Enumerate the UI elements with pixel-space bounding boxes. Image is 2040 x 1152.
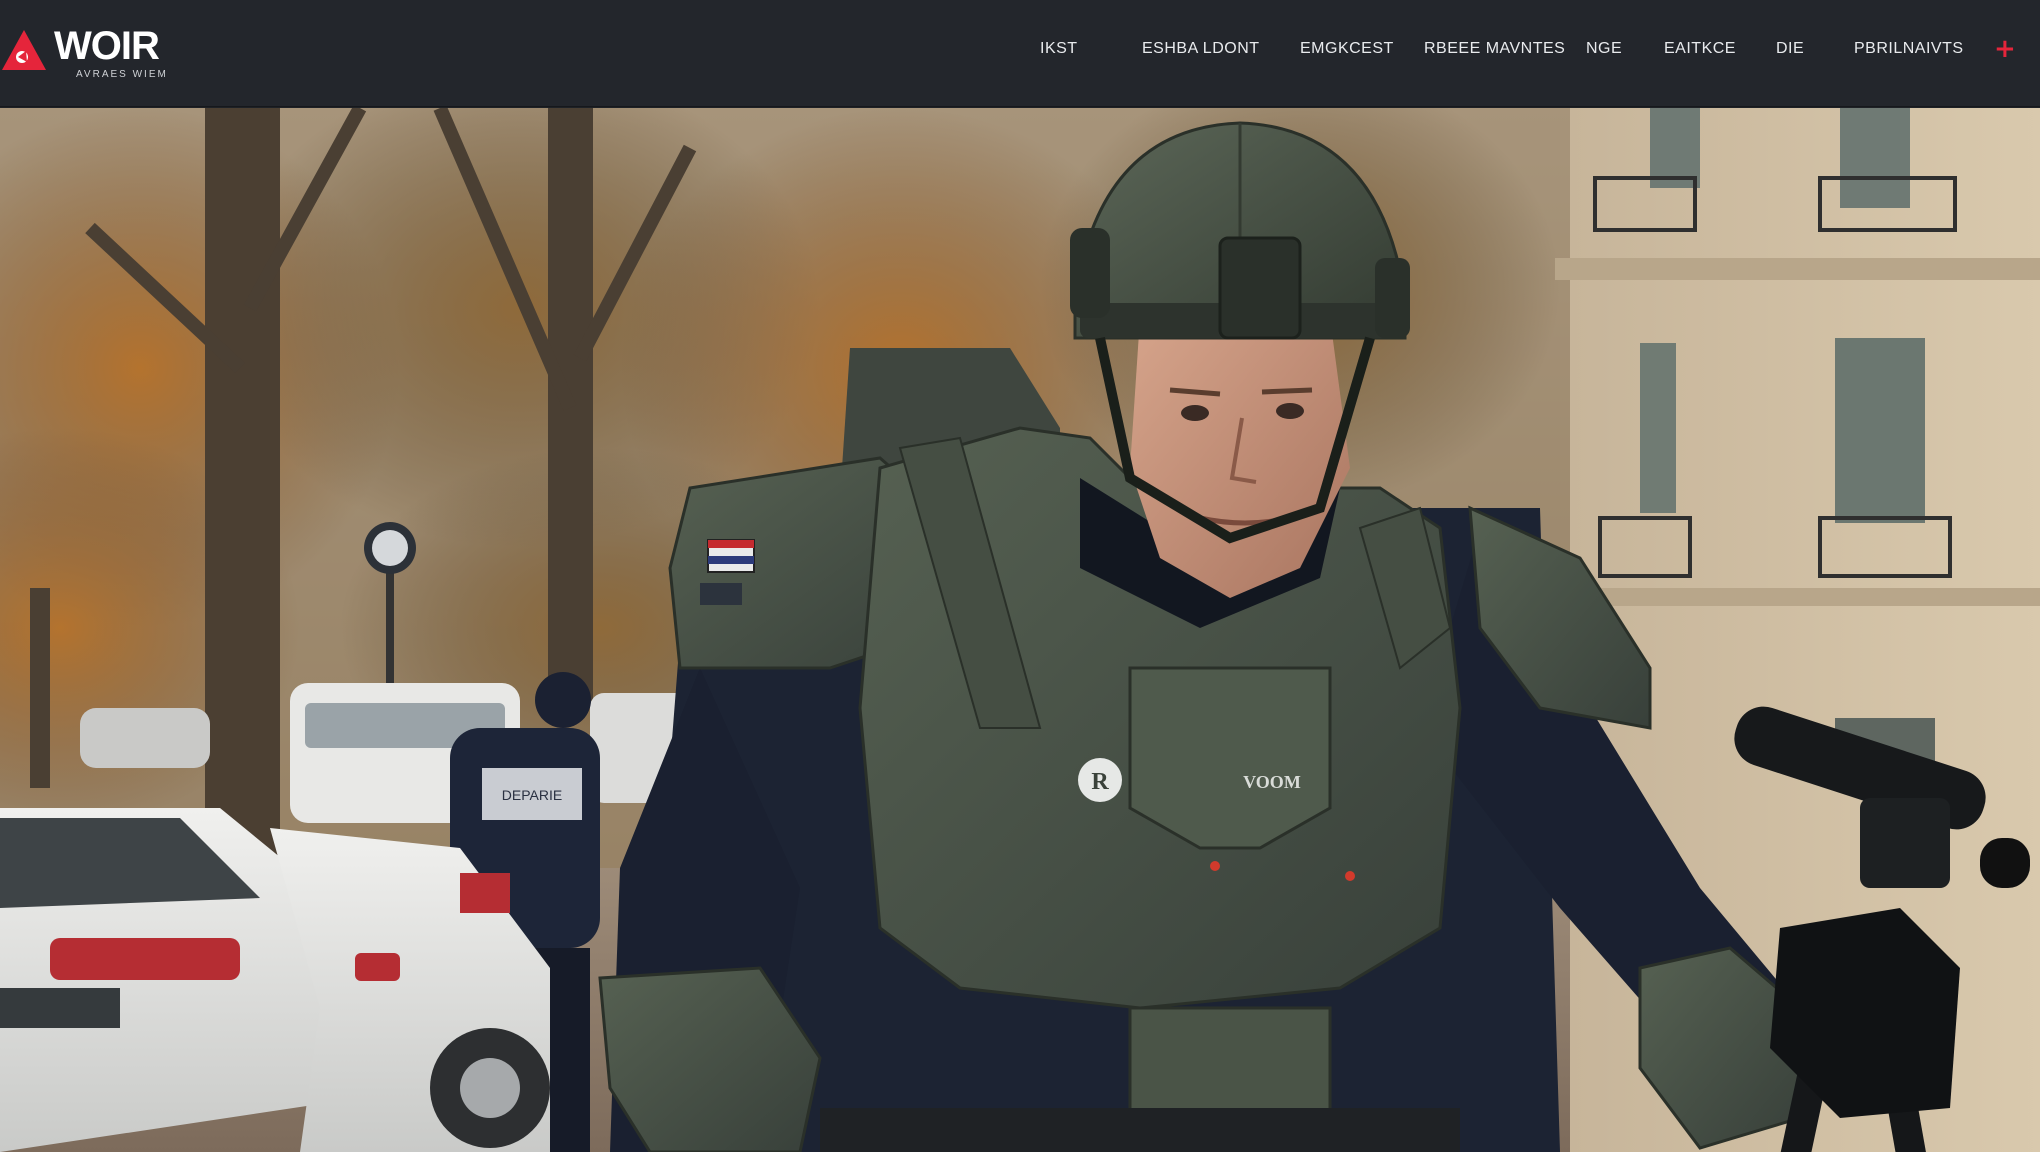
hero-image: DEPARIE R VOOM [0, 108, 2040, 1152]
nav-item-die[interactable]: DIE [1776, 40, 1804, 58]
brand-logo[interactable]: WOIR AVRAES WIEM [0, 0, 168, 106]
brand-name: WOIR [54, 24, 160, 68]
top-navigation-bar: WOIR AVRAES WIEM IKST ESHBA LDONT EMGKCE… [0, 0, 2040, 107]
nav-item-eaitkce[interactable]: EAITKCE [1664, 40, 1736, 58]
nav-item-ikst[interactable]: IKST [1040, 40, 1078, 58]
nav-item-pbrilnaivts[interactable]: PBRILNAIVTS [1854, 40, 1964, 58]
van-sign: DEPARIE [502, 787, 562, 803]
chest-text: VOOM [1243, 772, 1301, 792]
nav-item-rbeee-mavntes[interactable]: RBEEE MAVNTES [1424, 40, 1565, 58]
nav-item-emgkcest[interactable]: EMGKCEST [1300, 40, 1394, 58]
nav-item-nge[interactable]: NGE [1586, 40, 1622, 58]
brand-tagline: AVRAES WIEM [76, 69, 168, 80]
nav-item-eshba-ldont[interactable]: ESHBA LDONT [1142, 40, 1260, 58]
svg-text:R: R [1091, 769, 1109, 795]
hero-scene: DEPARIE R VOOM [0, 108, 2040, 1152]
warning-triangle-icon [2, 30, 46, 70]
plus-icon[interactable]: + [1994, 36, 2016, 62]
page: WOIR AVRAES WIEM IKST ESHBA LDONT EMGKCE… [0, 0, 2040, 1152]
